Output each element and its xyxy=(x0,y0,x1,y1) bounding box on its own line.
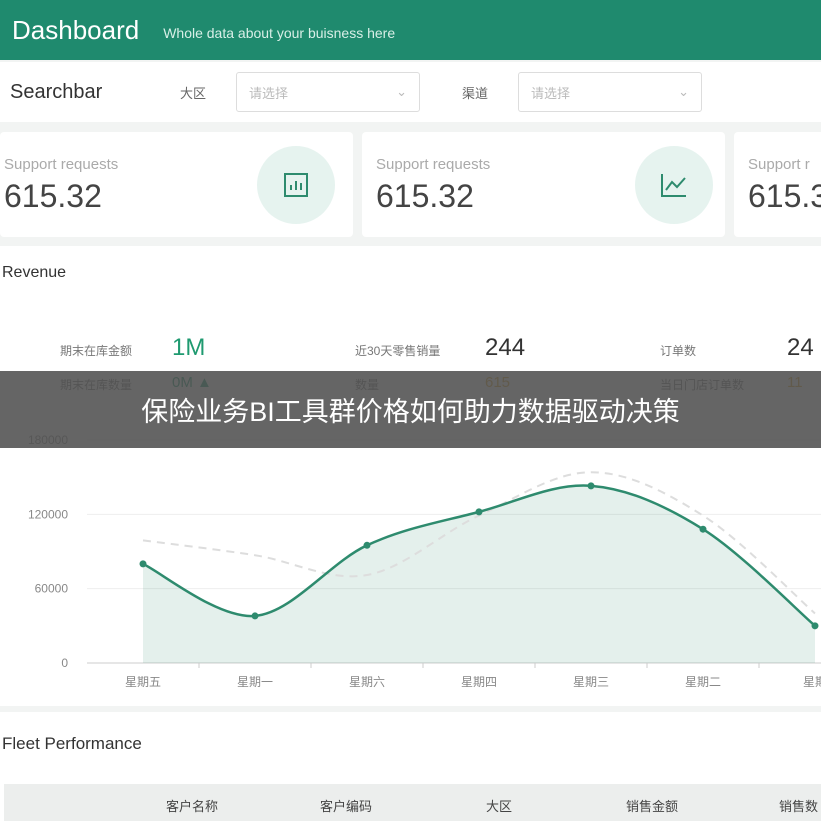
x-tick-label: 星期二 xyxy=(685,675,721,689)
banner-overlay: 保险业务BI工具群价格如何助力数据驱动决策 xyxy=(0,371,821,448)
channel-placeholder: 请选择 xyxy=(531,85,571,101)
region-placeholder: 请选择 xyxy=(249,85,289,101)
data-point xyxy=(139,560,147,568)
chevron-down-icon: ⌄ xyxy=(678,84,689,99)
stat-value: 615.3 xyxy=(748,178,821,214)
x-tick-label: 星期六 xyxy=(349,675,385,689)
stat-label: Support requests xyxy=(376,156,491,173)
fleet-title: Fleet Performance xyxy=(2,734,142,753)
data-point xyxy=(587,482,595,490)
y-tick-label: 60000 xyxy=(35,582,69,596)
x-tick-label: 星期四 xyxy=(461,675,497,689)
column-header: 销售数 xyxy=(779,799,819,814)
stat-label: Support requests xyxy=(4,156,119,173)
column-header: 客户编码 xyxy=(320,799,373,814)
stat-value: 615.32 xyxy=(4,178,102,214)
revenue-chart: 060000120000180000星期五星期一星期六星期四星期三星期二星期 xyxy=(28,433,821,689)
line-chart-icon xyxy=(635,146,713,224)
data-point xyxy=(699,525,707,533)
stat-card: Support r 615.3 xyxy=(734,132,821,237)
data-point xyxy=(811,622,819,630)
data-point xyxy=(363,541,371,549)
searchbar: Searchbar 大区 请选择 ⌄ 渠道 请选择 ⌄ xyxy=(0,62,821,122)
column-header: 客户名称 xyxy=(166,799,219,814)
stat-value: 615.32 xyxy=(376,178,474,214)
stat-card: Support requests 615.32 xyxy=(362,132,725,237)
stat-card: Support requests 615.32 xyxy=(0,132,353,237)
channel-select[interactable]: 请选择 ⌄ xyxy=(518,72,702,112)
page-title: Dashboard xyxy=(12,14,140,45)
stat-label: Support r xyxy=(748,156,810,173)
y-tick-label: 0 xyxy=(61,656,68,670)
chevron-down-icon: ⌄ xyxy=(396,84,407,99)
table-header: 客户名称 客户编码 大区 销售金额 销售数 xyxy=(4,784,821,821)
bar-chart-icon xyxy=(257,146,335,224)
region-select[interactable]: 请选择 ⌄ xyxy=(236,72,420,112)
x-tick-label: 星期一 xyxy=(237,675,273,689)
x-tick-label: 星期三 xyxy=(573,675,609,689)
region-label: 大区 xyxy=(180,85,207,101)
column-header: 销售金额 xyxy=(626,799,679,814)
data-point xyxy=(475,508,483,516)
page-subtitle: Whole data about your buisness here xyxy=(163,25,396,41)
channel-label: 渠道 xyxy=(462,85,489,101)
fleet-panel: Fleet Performance 客户名称 客户编码 大区 销售金额 销售数 xyxy=(0,712,821,821)
x-tick-label: 星期五 xyxy=(125,675,161,689)
x-tick-label: 星期 xyxy=(803,675,821,689)
data-point xyxy=(251,612,259,620)
y-tick-label: 120000 xyxy=(28,507,68,521)
column-header: 大区 xyxy=(486,799,513,814)
searchbar-title: Searchbar xyxy=(10,80,103,103)
revenue-panel: Revenue 期末在库金额1M近30天零售销量244订单数24期末在库数量0M… xyxy=(0,246,821,706)
header: Dashboard Whole data about your buisness… xyxy=(0,0,821,60)
